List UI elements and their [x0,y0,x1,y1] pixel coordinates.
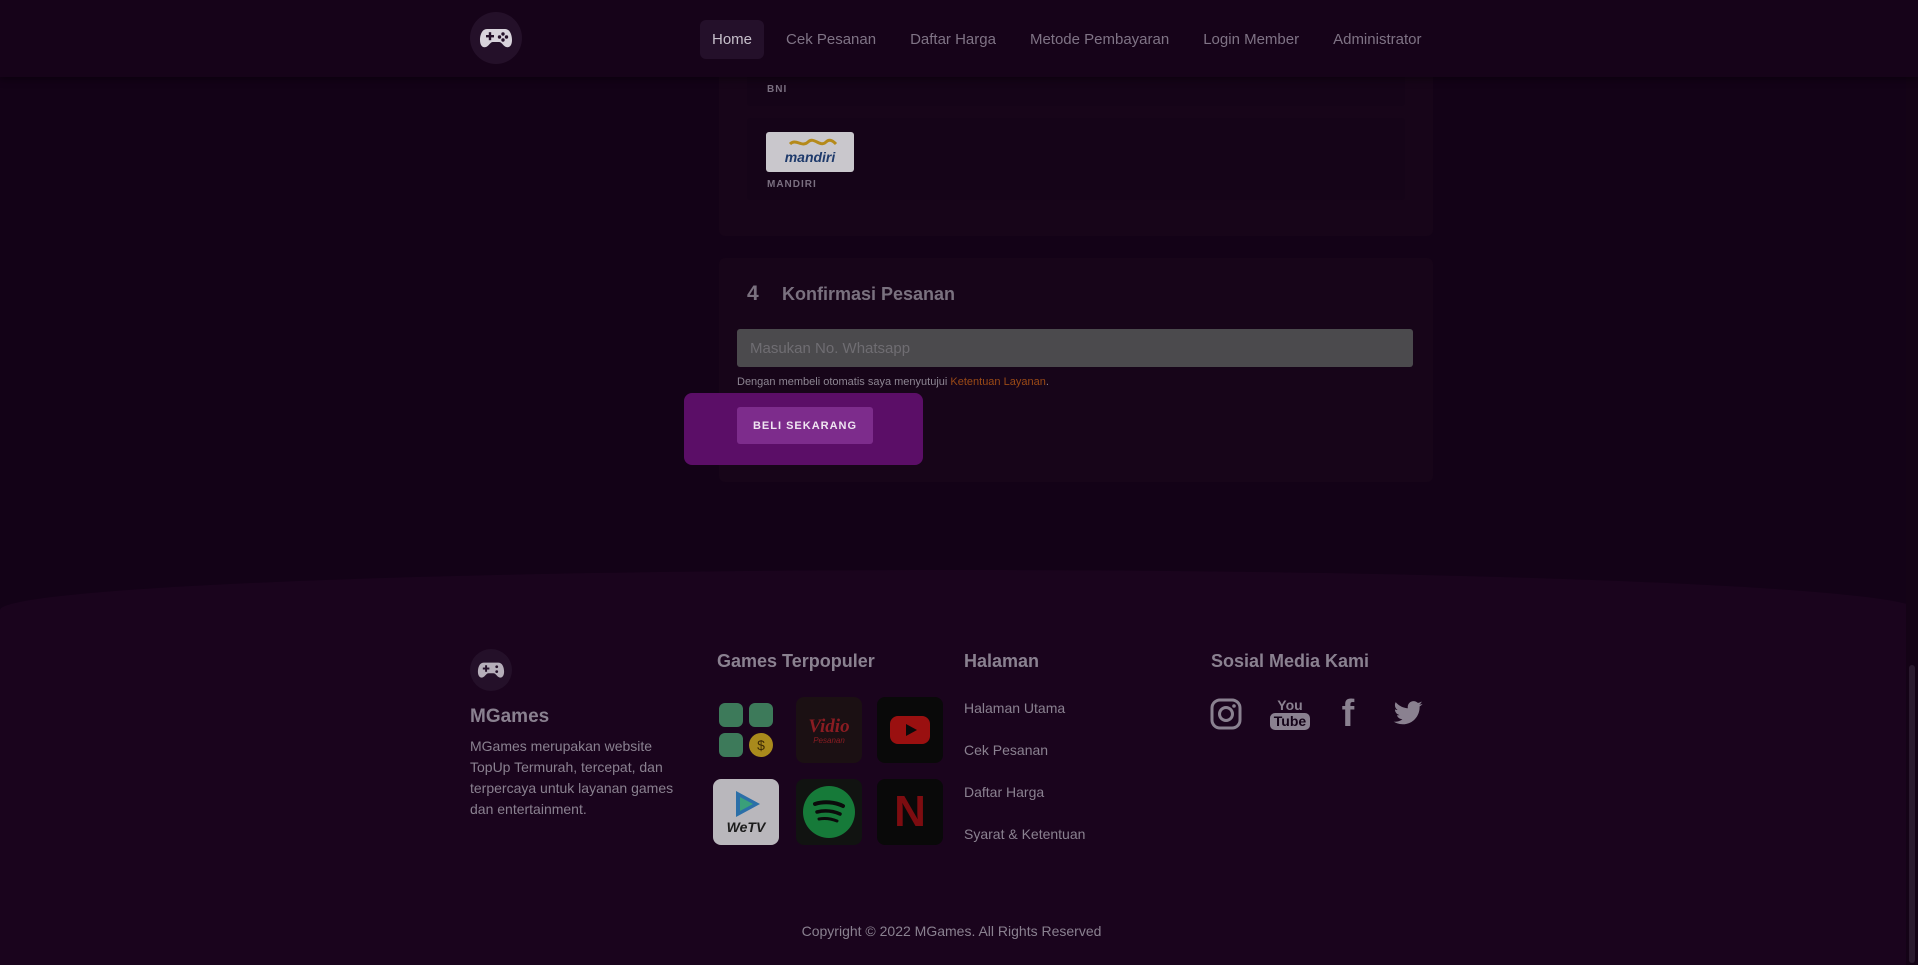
game-tile-youtube[interactable] [877,697,943,763]
nav-metode-pembayaran[interactable]: Metode Pembayaran [1018,20,1181,59]
nav-administrator[interactable]: Administrator [1321,20,1433,59]
game-tile-apps[interactable]: $ [713,697,779,763]
game-tile-netflix[interactable]: N [877,779,943,845]
social-heading: Sosial Media Kami [1211,651,1370,671]
facebook-icon: f [1341,692,1355,735]
games-heading: Games Terpopuler [717,651,875,671]
mandiri-logo-text: mandiri [784,149,836,165]
netflix-icon: N [894,787,926,836]
game-tile-vidio[interactable]: Vidio Pesanan [796,697,862,763]
bank-label-bni: BNI [767,84,788,95]
nav-daftar-harga[interactable]: Daftar Harga [898,20,1008,59]
terms-prefix: Dengan membeli otomatis saya menyutujui [737,376,951,388]
nav-cek-pesanan[interactable]: Cek Pesanan [774,20,888,59]
vidio-icon: Vidio [808,715,850,737]
gamepad-icon [477,662,505,678]
social-facebook[interactable]: f [1328,692,1368,736]
footer [0,570,1918,965]
terms-suffix: . [1045,376,1049,388]
vidio-subtext: Pesanan [813,735,845,745]
footer-link-daftar-harga[interactable]: Daftar Harga [964,784,1044,800]
step-title: Konfirmasi Pesanan [782,284,956,304]
footer-link-cek-pesanan[interactable]: Cek Pesanan [964,742,1048,758]
wetv-icon [736,791,760,817]
terms-link[interactable]: Ketentuan Layanan [950,376,1045,388]
spotify-icon [803,786,855,838]
footer-brand: MGames [470,706,550,727]
gamepad-icon [480,29,512,48]
instagram-icon [1210,698,1242,730]
svg-text:$: $ [757,737,765,753]
site-logo[interactable] [470,12,522,64]
twitter-icon [1393,701,1423,725]
nav-links: Home Cek Pesanan Daftar Harga Metode Pem… [700,20,1443,59]
whatsapp-input[interactable] [737,329,1413,367]
pages-heading: Halaman [964,651,1040,671]
youtube-icon: Tube [1269,713,1311,730]
footer-link-syarat-ketentuan[interactable]: Syarat & Ketentuan [964,826,1085,842]
nav-login-member[interactable]: Login Member [1191,20,1311,59]
step-number: 4 [747,282,759,305]
copyright: Copyright © 2022 MGames. All Rights Rese… [801,923,1102,939]
nav-home[interactable]: Home [700,20,765,59]
game-tile-wetv[interactable]: WeTV [713,779,779,845]
top-navbar: Home Cek Pesanan Daftar Harga Metode Pem… [0,0,1918,77]
youtube-icon-top: You [1277,697,1303,713]
app-bundle-icon: $ [719,703,773,757]
footer-description: MGames merupakan website TopUp Termurah,… [470,738,674,817]
wetv-label: WeTV [726,819,766,835]
buy-now-button[interactable]: BELI SEKARANG [737,407,873,444]
social-twitter[interactable] [1388,692,1428,736]
game-tile-spotify[interactable] [796,779,862,845]
terms-text: Dengan membeli otomatis saya menyutujui … [737,376,1049,388]
footer-link-halaman-utama[interactable]: Halaman Utama [964,700,1065,716]
social-youtube[interactable]: You Tube [1269,692,1311,736]
mandiri-logo: mandiri [766,132,854,172]
bank-label-mandiri: MANDIRI [767,179,817,190]
social-instagram[interactable] [1206,692,1246,736]
footer-logo [470,649,512,691]
youtube-icon [890,716,930,744]
page-scrollbar-thumb[interactable] [1909,665,1915,963]
